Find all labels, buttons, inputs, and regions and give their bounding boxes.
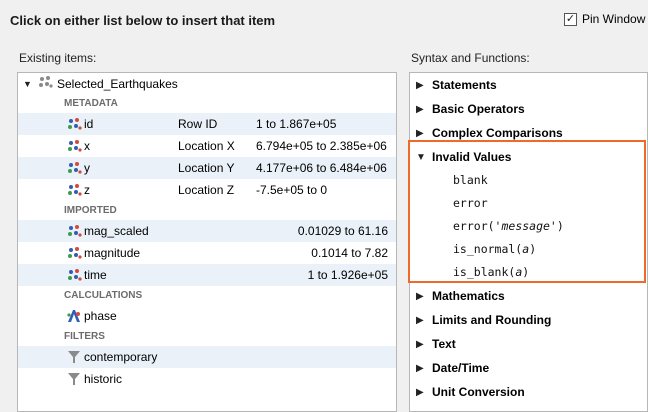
syntax-functions-list[interactable]: ▶ Statements ▶ Basic Operators ▶ Complex Comp… [409, 72, 648, 412]
expand-triangle-icon[interactable]: ▶ [416, 104, 426, 115]
function-argument: 'message' [494, 219, 557, 233]
function-name: error [453, 196, 488, 210]
expand-triangle-icon[interactable]: ▶ [416, 339, 426, 350]
points-icon [66, 183, 82, 197]
group-header-calculations: CALCULATIONS [64, 290, 143, 301]
function-close-paren: ) [522, 265, 530, 279]
item-name: historic [84, 372, 123, 386]
group-header-filters: FILTERS [64, 331, 105, 342]
group-header-metadata: METADATA [64, 98, 118, 109]
points-icon [66, 268, 82, 282]
item-range: 1 to 1.867e+05 [256, 117, 337, 131]
category-invalid-values[interactable]: ▼ Invalid Values [410, 145, 647, 169]
item-range: 0.01029 to 61.16 [297, 224, 388, 238]
item-range: 1 to 1.926e+05 [307, 268, 388, 282]
tree-root[interactable]: ▼ Selected_Earthquakes [18, 73, 396, 94]
item-name: z [84, 183, 90, 197]
list-item[interactable]: contemporary [18, 346, 396, 368]
root-label: Selected_Earthquakes [57, 76, 178, 91]
item-name: x [84, 139, 90, 153]
function-name: error( [453, 219, 495, 233]
expand-triangle-icon[interactable]: ▼ [23, 79, 33, 89]
category-basic-operators[interactable]: ▶ Basic Operators [410, 97, 647, 121]
points-table-icon [37, 75, 53, 92]
list-item[interactable]: mag_scaled 0.01029 to 61.16 [18, 220, 396, 242]
function-name: is_blank( [453, 265, 516, 279]
filter-icon [66, 350, 82, 364]
function-item[interactable]: blank [410, 169, 647, 192]
item-name: mag_scaled [84, 224, 149, 238]
function-item[interactable]: error [410, 192, 647, 215]
category-unit-conversion[interactable]: ▶ Unit Conversion [410, 380, 647, 404]
item-name: phase [84, 309, 117, 323]
expand-triangle-icon[interactable]: ▶ [416, 80, 426, 91]
item-name: magnitude [84, 246, 141, 260]
expand-triangle-icon[interactable]: ▶ [416, 291, 426, 302]
category-label: Mathematics [432, 289, 505, 303]
points-icon [66, 224, 82, 238]
list-item[interactable]: x Location X 6.794e+05 to 2.385e+06 [18, 135, 396, 157]
item-name: id [84, 117, 94, 131]
function-name: blank [453, 173, 488, 187]
points-icon [66, 117, 82, 131]
category-label: Complex Comparisons [432, 126, 563, 140]
item-type: Location Y [178, 161, 235, 175]
category-mathematics[interactable]: ▶ Mathematics [410, 284, 647, 308]
list-item[interactable]: historic [18, 368, 396, 390]
item-name: y [84, 161, 90, 175]
item-type: Location X [178, 139, 235, 153]
function-item[interactable]: error('message') [410, 215, 647, 238]
syntax-functions-label: Syntax and Functions: [411, 51, 530, 65]
category-label: Statements [432, 78, 497, 92]
list-item[interactable]: y Location Y 4.177e+06 to 6.484e+06 [18, 157, 396, 179]
page-title: Click on either list below to insert tha… [10, 13, 276, 28]
expand-triangle-icon[interactable]: ▶ [416, 387, 426, 398]
item-range: 0.1014 to 7.82 [311, 246, 388, 260]
pin-window-checkbox[interactable]: ✓ Pin Window [564, 12, 645, 26]
existing-items-list[interactable]: ▼ Selected_Earthquakes METADATA id Row ID… [17, 72, 397, 412]
list-item[interactable]: phase [18, 305, 396, 327]
category-label: Invalid Values [432, 150, 512, 164]
expand-triangle-icon[interactable]: ▼ [416, 152, 426, 163]
item-type: Location Z [178, 183, 235, 197]
category-label: Text [432, 337, 456, 351]
category-statements[interactable]: ▶ Statements [410, 73, 647, 97]
item-range: 4.177e+06 to 6.484e+06 [256, 161, 387, 175]
category-label: Basic Operators [432, 102, 525, 116]
expand-triangle-icon[interactable]: ▶ [416, 128, 426, 139]
group-header-imported: IMPORTED [64, 205, 117, 216]
calculation-icon [66, 309, 82, 323]
item-name: contemporary [84, 350, 158, 364]
list-item[interactable]: time 1 to 1.926e+05 [18, 264, 396, 286]
function-close-paren: ) [529, 242, 537, 256]
checkbox-box[interactable]: ✓ [564, 12, 577, 26]
points-icon [66, 161, 82, 175]
list-item[interactable]: id Row ID 1 to 1.867e+05 [18, 113, 396, 135]
function-item[interactable]: is_normal(a) [410, 238, 647, 261]
function-item[interactable]: is_blank(a) [410, 261, 647, 284]
item-range: 6.794e+05 to 2.385e+06 [256, 139, 387, 153]
points-icon [66, 246, 82, 260]
item-range: -7.5e+05 to 0 [256, 183, 328, 197]
category-text[interactable]: ▶ Text [410, 332, 647, 356]
category-label: Unit Conversion [432, 385, 525, 399]
item-name: time [84, 268, 107, 282]
filter-icon [66, 372, 82, 386]
expand-triangle-icon[interactable]: ▶ [416, 363, 426, 374]
category-label: Limits and Rounding [432, 313, 552, 327]
list-item[interactable]: magnitude 0.1014 to 7.82 [18, 242, 396, 264]
function-close-paren: ) [556, 219, 564, 233]
pin-window-label: Pin Window [582, 12, 646, 26]
category-complex-comparisons[interactable]: ▶ Complex Comparisons [410, 121, 647, 145]
category-date-time[interactable]: ▶ Date/Time [410, 356, 647, 380]
category-limits-and-rounding[interactable]: ▶ Limits and Rounding [410, 308, 647, 332]
list-item[interactable]: z Location Z -7.5e+05 to 0 [18, 179, 396, 201]
category-label: Date/Time [432, 361, 490, 375]
points-icon [66, 139, 82, 153]
function-name: is_normal( [453, 242, 523, 256]
item-type: Row ID [178, 117, 218, 131]
expand-triangle-icon[interactable]: ▶ [416, 315, 426, 326]
existing-items-label: Existing items: [19, 51, 97, 65]
